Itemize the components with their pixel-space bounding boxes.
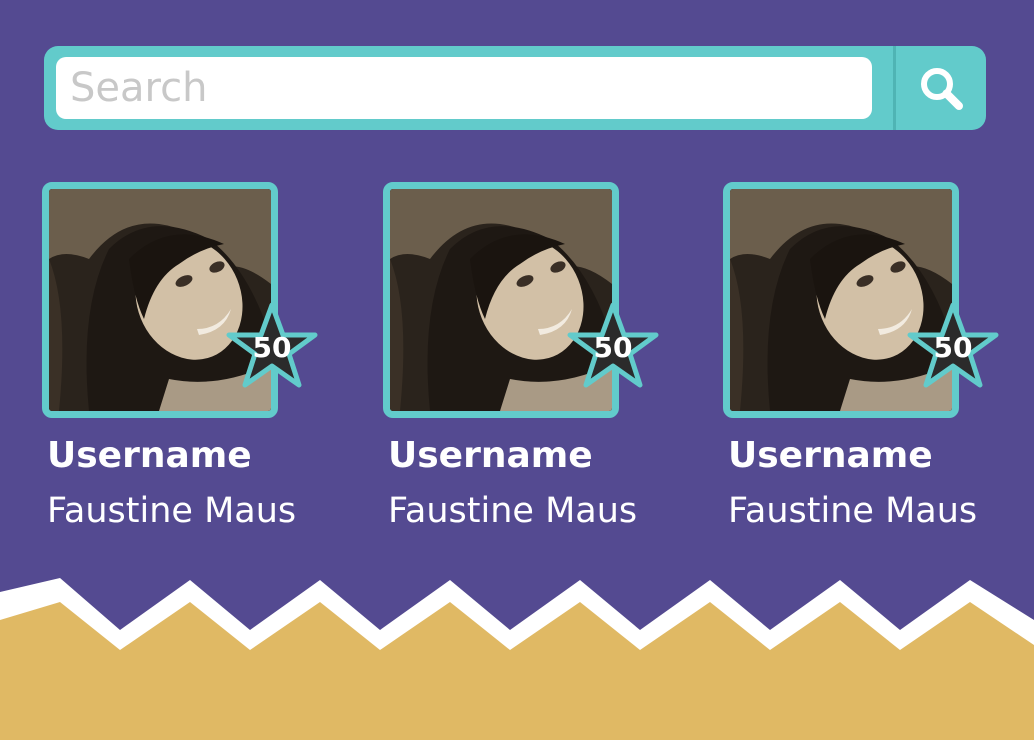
username-label: Username [728, 435, 933, 476]
search-input[interactable] [56, 57, 872, 119]
username-label: Username [47, 435, 252, 476]
search-bar [44, 46, 986, 130]
score-badge: 50 [224, 300, 320, 392]
score-value: 50 [933, 331, 973, 364]
search-icon [921, 68, 963, 110]
score-badge: 50 [905, 300, 1001, 392]
score-value: 50 [593, 331, 633, 364]
user-name[interactable]: Faustine Maus [728, 490, 977, 532]
username-label: Username [388, 435, 593, 476]
zigzag-footer [0, 570, 1034, 740]
score-value: 50 [252, 331, 292, 364]
user-name[interactable]: Faustine Maus [388, 490, 637, 532]
user-name[interactable]: Faustine Maus [47, 490, 296, 532]
score-badge: 50 [565, 300, 661, 392]
search-button[interactable] [896, 46, 986, 130]
